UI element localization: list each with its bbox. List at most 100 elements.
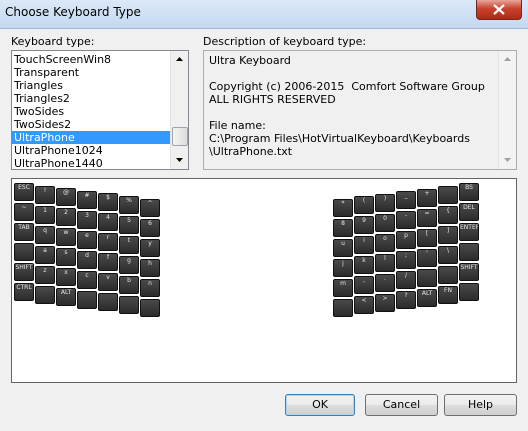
preview-key: % [119, 196, 139, 214]
description-scrollbar[interactable] [498, 51, 516, 169]
list-item[interactable]: Triangles2 [12, 92, 172, 105]
close-button[interactable] [476, 0, 522, 20]
list-item[interactable]: TwoSides [12, 105, 172, 118]
preview-key: k [354, 256, 374, 275]
preview-key: 9 [354, 216, 374, 235]
preview-key: [ [417, 228, 437, 247]
preview-key: ESC [14, 183, 34, 201]
window-title: Choose Keyboard Type [5, 5, 141, 19]
preview-key: $ [98, 193, 118, 212]
preview-key: BS [459, 183, 479, 202]
description-box[interactable]: Ultra Keyboard Copyright (c) 2006-2015 C… [203, 50, 517, 170]
preview-key: ; [396, 251, 416, 270]
preview-key [98, 293, 118, 312]
list-item[interactable]: TouchScreenWin8 [12, 53, 172, 66]
scroll-down-button[interactable] [171, 152, 188, 169]
preview-key: 4 [98, 213, 118, 232]
list-item[interactable]: UltraPhone1440 [12, 157, 172, 169]
preview-key: ] [438, 226, 458, 244]
list-item[interactable]: Triangles [12, 79, 172, 92]
preview-key: ALT [56, 288, 76, 307]
preview-key: z [35, 265, 55, 284]
preview-key [35, 285, 55, 304]
preview-key: ALT [417, 288, 437, 307]
list-scrollbar[interactable] [170, 51, 188, 169]
description-text: Ultra Keyboard Copyright (c) 2006-2015 C… [209, 54, 485, 158]
preview-key: i [354, 236, 374, 255]
preview-key: - [396, 211, 416, 230]
preview-key: 1 [35, 205, 55, 224]
preview-key: 0 [375, 213, 395, 232]
preview-key: ? [396, 291, 416, 310]
preview-key: b [119, 276, 139, 294]
preview-key: l [375, 253, 395, 272]
list-item-selected[interactable]: UltraPhone [12, 131, 172, 144]
preview-key: ~ [14, 203, 34, 221]
preview-key: > [375, 293, 395, 312]
preview-key: s [56, 248, 76, 267]
preview-key: u [333, 239, 353, 257]
preview-key: DEL [459, 203, 479, 222]
preview-key [333, 299, 353, 317]
preview-key: ' [417, 248, 437, 267]
list-item[interactable]: Transparent [12, 66, 172, 79]
preview-key: _ [396, 191, 416, 210]
preview-key: a [35, 245, 55, 264]
preview-key: + [417, 188, 437, 207]
preview-key: j [333, 259, 353, 277]
preview-key: g [119, 256, 139, 274]
preview-key: 5 [119, 216, 139, 234]
chevron-up-icon [504, 57, 511, 61]
scroll-up-button[interactable] [171, 51, 188, 68]
scroll-down-button[interactable] [499, 152, 516, 169]
preview-key: < [354, 296, 374, 315]
help-button[interactable]: Help [444, 394, 517, 416]
preview-key: @ [56, 188, 76, 207]
preview-key [119, 296, 139, 314]
list-item[interactable]: TwoSides2 [12, 118, 172, 131]
preview-key: n [140, 278, 160, 297]
list-item[interactable]: UltraPhone1024 [12, 144, 172, 157]
preview-key: SHIFT [14, 263, 34, 281]
preview-key: f [98, 253, 118, 272]
preview-key [14, 243, 34, 261]
chevron-down-icon [176, 158, 183, 162]
preview-key: FN [438, 286, 458, 304]
preview-key: CTRL [14, 283, 34, 301]
keyboard-type-list[interactable]: TouchScreenWin8 Transparent Triangles Tr… [11, 50, 189, 170]
scroll-thumb[interactable] [172, 127, 188, 146]
chevron-up-icon [176, 57, 183, 61]
preview-key [459, 243, 479, 262]
cancel-button[interactable]: Cancel [365, 394, 438, 416]
preview-key: TAB [14, 223, 34, 241]
preview-key: v [98, 273, 118, 292]
preview-key: y [140, 238, 160, 257]
preview-key: , [354, 276, 374, 295]
preview-key [459, 283, 479, 302]
preview-key: w [56, 228, 76, 247]
preview-key: 8 [333, 219, 353, 237]
preview-key: t [119, 236, 139, 254]
description-label: Description of keyboard type: [203, 35, 367, 48]
preview-key: SHIFT [459, 263, 479, 282]
preview-key: ) [375, 193, 395, 212]
preview-key: ( [354, 196, 374, 215]
preview-key: c [77, 270, 97, 289]
preview-key: 3 [77, 210, 97, 229]
preview-key: h [140, 258, 160, 277]
preview-key: q [35, 225, 55, 244]
preview-key [140, 298, 160, 317]
title-bar: Choose Keyboard Type [0, 0, 528, 29]
keyboard-type-label: Keyboard type: [11, 35, 95, 48]
preview-key: x [56, 268, 76, 287]
preview-key [77, 290, 97, 309]
preview-key [438, 266, 458, 284]
scroll-up-button[interactable] [499, 51, 516, 68]
preview-key: 6 [140, 218, 160, 237]
preview-key: ^ [140, 198, 160, 217]
preview-key: m [333, 279, 353, 297]
preview-key: r [98, 233, 118, 252]
preview-key: # [77, 190, 97, 209]
keyboard-preview: ESC ~ TAB SHIFT CTRL! 1 q a z @2 w s x ALT #3 e d c $4 r f v%… [11, 178, 517, 383]
ok-button[interactable]: OK [285, 394, 355, 416]
